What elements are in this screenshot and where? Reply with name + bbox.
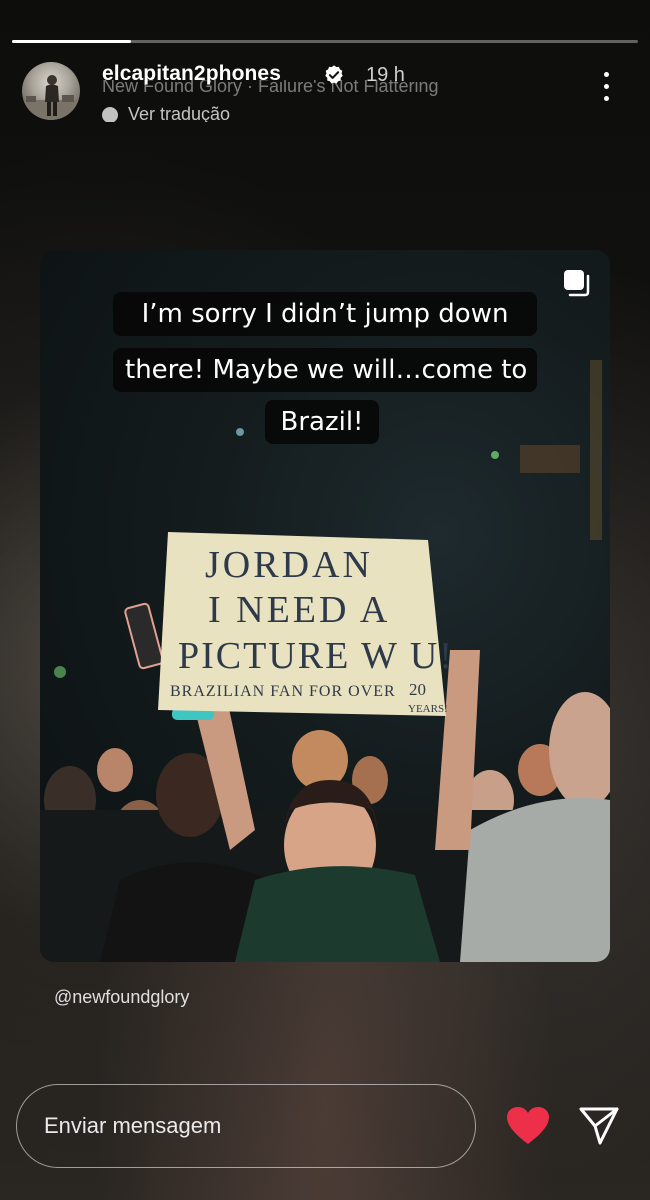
sign-text-line-1: JORDAN — [205, 544, 373, 586]
sign-text-small: BRAZILIAN FAN FOR OVER — [170, 683, 396, 700]
mention-tag[interactable]: @newfoundglory — [54, 987, 189, 1008]
avatar-photo — [22, 75, 80, 120]
sign-text-line-3: PICTURE W U! — [178, 635, 454, 677]
multi-post-icon — [564, 270, 590, 297]
caption-line-1: I’m sorry I didn’t jump down — [113, 292, 537, 336]
send-icon[interactable] — [578, 1106, 620, 1146]
send-message-input[interactable] — [16, 1084, 476, 1168]
sign-text-years-number: 20 — [409, 680, 426, 699]
caption-line-2: there! Maybe we will…come to — [113, 348, 537, 392]
translate-link[interactable]: Ver tradução — [102, 104, 230, 122]
sign-text-years-word: YEARS! — [408, 703, 448, 715]
avatar[interactable] — [22, 62, 80, 120]
music-label[interactable]: New Found Glory · Failure's Not Flatteri… — [102, 80, 562, 98]
story-progress-bar — [12, 40, 638, 43]
more-options-icon[interactable] — [596, 72, 616, 106]
heart-icon[interactable] — [506, 1106, 550, 1146]
story-progress-fill — [12, 40, 131, 43]
sign-text-line-2: I NEED A — [208, 589, 391, 631]
translate-icon — [102, 107, 118, 122]
caption-line-3: Brazil! — [265, 400, 379, 444]
